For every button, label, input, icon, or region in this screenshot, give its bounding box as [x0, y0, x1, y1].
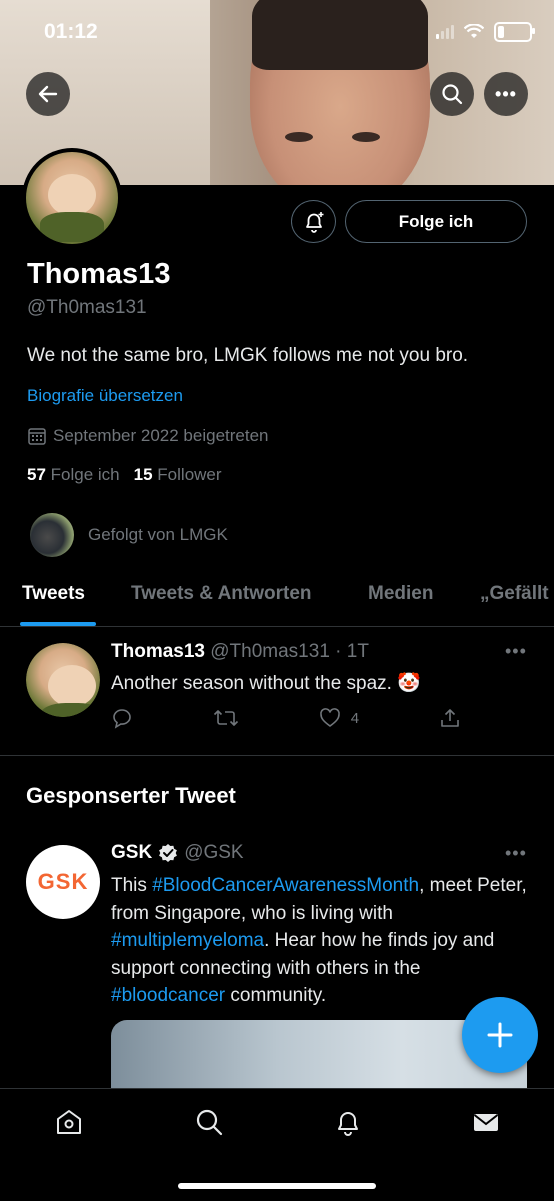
- like-action[interactable]: 4: [319, 707, 359, 729]
- sponsored-handle: @GSK: [184, 842, 244, 863]
- sponsored-heading: Gesponserter Tweet: [26, 783, 236, 808]
- notifications-icon: [338, 1112, 358, 1136]
- follower-avatar: [30, 513, 74, 557]
- following-count: 57: [27, 465, 46, 484]
- joined-text: September 2022 beigetreten: [53, 426, 269, 445]
- battery-icon: [494, 22, 535, 42]
- nav-messages[interactable]: [469, 1105, 503, 1139]
- profile-tabs: Tweets Tweets & Antworten Medien „Gefäll…: [0, 570, 554, 627]
- tab-tweets[interactable]: Tweets: [22, 583, 85, 605]
- home-icon: [57, 1110, 81, 1134]
- followers-label: Follower: [157, 465, 222, 484]
- joined-date: September 2022 beigetreten: [27, 426, 269, 446]
- following-button[interactable]: Folge ich: [345, 200, 527, 243]
- tab-likes[interactable]: „Gefällt: [480, 583, 549, 605]
- tweet-author-name: Thomas13: [111, 641, 205, 662]
- gsk-avatar[interactable]: GSK: [26, 845, 100, 919]
- nav-search[interactable]: [192, 1105, 226, 1139]
- active-tab-indicator: [20, 622, 96, 626]
- profile-handle: @Th0mas131: [27, 297, 147, 318]
- translate-bio-link[interactable]: Biografie übersetzen: [27, 386, 183, 406]
- following-label: Folge ich: [50, 465, 120, 484]
- nav-home[interactable]: [52, 1105, 86, 1139]
- home-indicator: [178, 1183, 376, 1189]
- share-icon[interactable]: [439, 707, 461, 729]
- status-icons: [436, 22, 535, 42]
- tweet-text: Another season without the spaz. 🤡: [111, 673, 421, 694]
- back-button[interactable]: [26, 72, 70, 116]
- sponsored-author-name: GSK: [111, 842, 153, 863]
- notify-button[interactable]: [291, 200, 336, 243]
- followed-by-text: Gefolgt von LMGK: [88, 525, 228, 544]
- sponsored-more-icon[interactable]: •••: [505, 843, 527, 864]
- followed-by-row[interactable]: Gefolgt von LMGK: [30, 513, 228, 557]
- search-icon: [442, 84, 463, 105]
- sponsored-tweet-text: This #BloodCancerAwarenessMonth, meet Pe…: [111, 872, 531, 1010]
- follow-stats: 57 Folge ich 15 Follower: [27, 465, 222, 485]
- tweet-header: Thomas13 @Th0mas131 · 1T: [111, 641, 369, 663]
- profile-bio: We not the same bro, LMGK follows me not…: [27, 345, 469, 366]
- sponsored-tweet-header: GSK @GSK: [111, 842, 244, 864]
- tweet-meta: @Th0mas131 · 1T: [210, 641, 369, 662]
- back-arrow-icon: [38, 85, 58, 103]
- hashtag-link[interactable]: #BloodCancerAwarenessMonth: [152, 875, 419, 896]
- sponsored-text-part: community.: [225, 985, 327, 1006]
- compose-button[interactable]: [462, 997, 538, 1073]
- gsk-logo-text: GSK: [37, 869, 89, 894]
- profile-name: Thomas13: [27, 258, 171, 290]
- followers-count: 15: [133, 465, 153, 484]
- more-button[interactable]: •••: [484, 72, 528, 116]
- reply-icon[interactable]: [111, 707, 133, 729]
- tweet-actions: 4: [111, 707, 461, 729]
- nav-notifications[interactable]: [331, 1105, 365, 1139]
- hashtag-link[interactable]: #bloodcancer: [111, 985, 225, 1006]
- tab-media[interactable]: Medien: [368, 583, 433, 605]
- status-time: 01:12: [44, 20, 98, 43]
- search-icon: [196, 1109, 223, 1136]
- followers-stat[interactable]: 15 Follower: [134, 465, 222, 485]
- tab-tweets-replies[interactable]: Tweets & Antworten: [131, 583, 312, 605]
- heart-icon: [319, 708, 340, 727]
- verified-icon: [159, 844, 178, 862]
- retweet-icon[interactable]: [213, 707, 239, 729]
- tweet-avatar[interactable]: [26, 643, 100, 717]
- hashtag-link[interactable]: #multiplemyeloma: [111, 930, 264, 951]
- calendar-icon: [28, 428, 46, 445]
- signal-icon: [436, 25, 454, 39]
- tweet[interactable]: Thomas13 @Th0mas131 · 1T ••• Another sea…: [0, 627, 554, 756]
- tweet-more-icon[interactable]: •••: [505, 641, 527, 662]
- more-icon: •••: [495, 83, 517, 104]
- wifi-icon: [464, 24, 484, 38]
- messages-icon: [473, 1114, 499, 1131]
- following-stat[interactable]: 57 Folge ich: [27, 465, 120, 485]
- bell-plus-icon: [305, 211, 323, 233]
- plus-icon: [487, 1022, 513, 1048]
- profile-avatar[interactable]: [22, 148, 122, 248]
- like-count: 4: [350, 709, 360, 727]
- search-button[interactable]: [430, 72, 474, 116]
- sponsored-text-part: This: [111, 875, 153, 896]
